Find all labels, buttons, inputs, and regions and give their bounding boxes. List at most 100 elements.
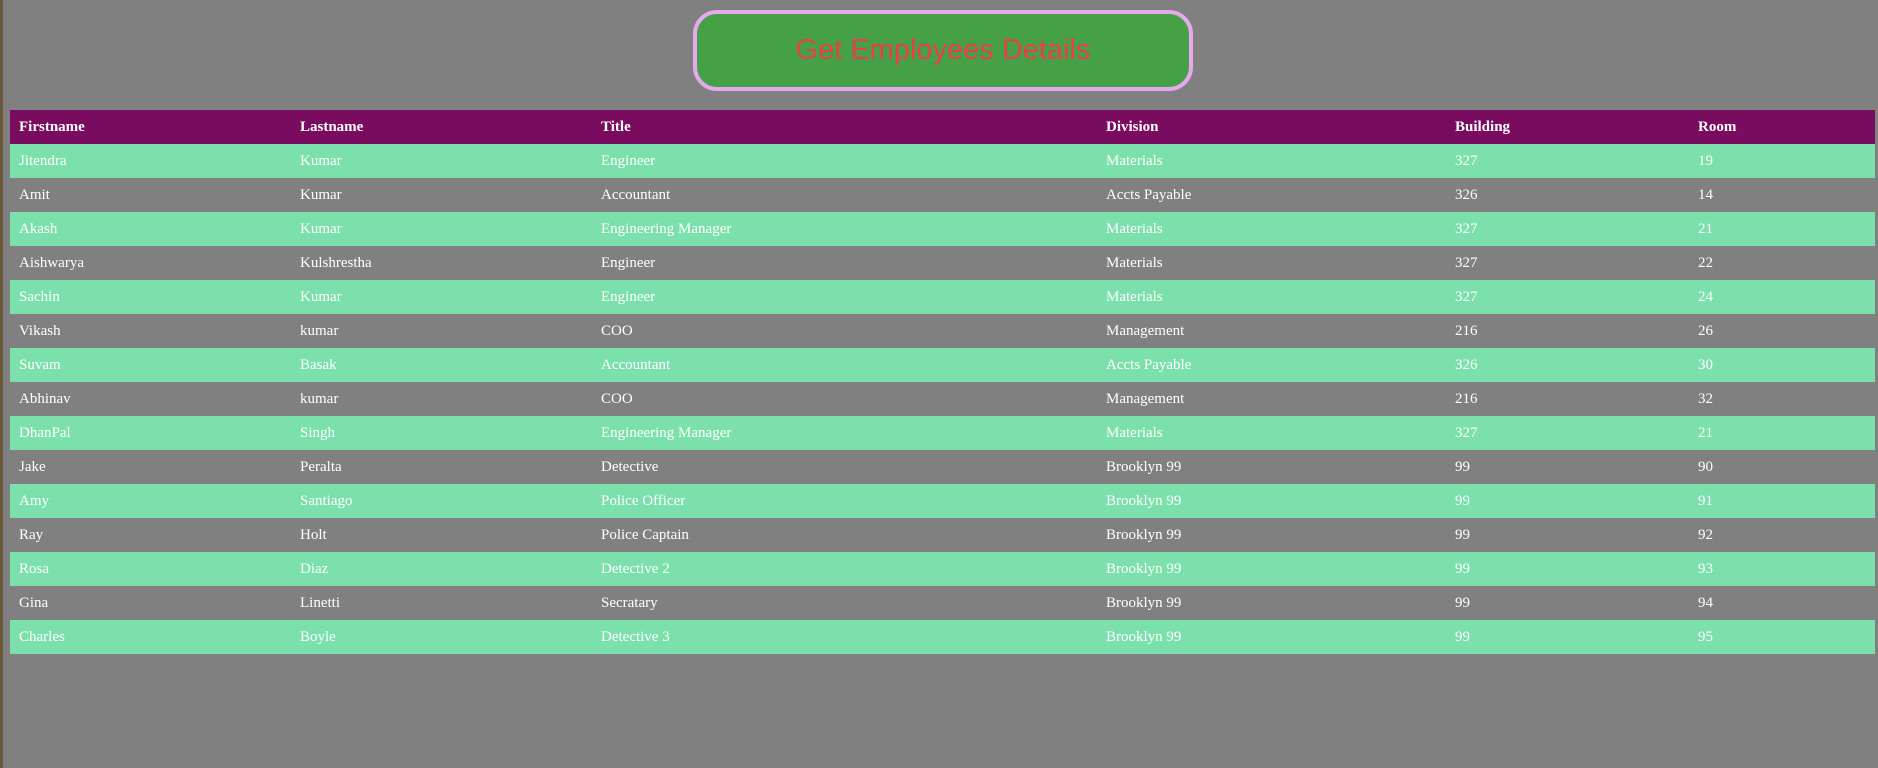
cell-lastname: Peralta xyxy=(300,458,342,475)
table-body: Jitendra Kumar Engineer Materials 327 19 Amit K… xyxy=(10,144,1875,654)
table-row: Rosa Diaz Detective 2 Brooklyn 99 99 93 xyxy=(10,552,1875,586)
cell-room: 21 xyxy=(1698,220,1713,237)
table-row: Amy Santiago Police Officer Brooklyn 99 99 91 xyxy=(10,484,1875,518)
cell-room: 21 xyxy=(1698,424,1713,441)
table-row: Sachin Kumar Engineer Materials 327 24 xyxy=(10,280,1875,314)
column-header-title: Title xyxy=(601,118,631,135)
cell-title: Engineer xyxy=(601,152,656,169)
cell-division: Materials xyxy=(1106,220,1163,237)
window-left-border xyxy=(0,0,3,768)
cell-firstname: Vikash xyxy=(19,322,61,339)
table-row: Ray Holt Police Captain Brooklyn 99 99 92 xyxy=(10,518,1875,552)
cell-room: 19 xyxy=(1698,152,1713,169)
employees-table-container: Firstname Lastname Title Division Buildi… xyxy=(10,110,1875,654)
cell-room: 30 xyxy=(1698,356,1713,373)
cell-firstname: DhanPal xyxy=(19,424,71,441)
cell-division: Management xyxy=(1106,390,1185,407)
cell-division: Materials xyxy=(1106,254,1163,271)
table-row: Charles Boyle Detective 3 Brooklyn 99 99 95 xyxy=(10,620,1875,654)
table-row: Vikash kumar COO Management 216 26 xyxy=(10,314,1875,348)
cell-room: 24 xyxy=(1698,288,1713,305)
cell-lastname: Kumar xyxy=(300,186,342,203)
column-header-room: Room xyxy=(1698,118,1737,135)
cell-room: 92 xyxy=(1698,526,1713,543)
cell-building: 99 xyxy=(1455,560,1470,577)
column-header-division: Division xyxy=(1106,118,1159,135)
cell-room: 93 xyxy=(1698,560,1713,577)
cell-title: Engineer xyxy=(601,288,656,305)
employees-table: Firstname Lastname Title Division Buildi… xyxy=(10,110,1875,654)
cell-lastname: Kumar xyxy=(300,152,342,169)
cell-lastname: Holt xyxy=(300,526,327,543)
cell-division: Management xyxy=(1106,322,1185,339)
table-row: Suvam Basak Accountant Accts Payable 326 30 xyxy=(10,348,1875,382)
cell-title: COO xyxy=(601,390,633,407)
cell-title: Engineering Manager xyxy=(601,424,732,441)
table-row: Akash Kumar Engineering Manager Materials 32… xyxy=(10,212,1875,246)
cell-building: 216 xyxy=(1455,322,1478,339)
table-row: Amit Kumar Accountant Accts Payable 326 14 xyxy=(10,178,1875,212)
cell-firstname: Sachin xyxy=(19,288,60,305)
cell-building: 326 xyxy=(1455,186,1478,203)
cell-firstname: Akash xyxy=(19,220,58,237)
table-row: Abhinav kumar COO Management 216 32 xyxy=(10,382,1875,416)
cell-room: 26 xyxy=(1698,322,1713,339)
cell-division: Brooklyn 99 xyxy=(1106,560,1182,577)
cell-title: Engineer xyxy=(601,254,656,271)
cell-room: 95 xyxy=(1698,628,1713,645)
cell-building: 327 xyxy=(1455,152,1478,169)
cell-building: 327 xyxy=(1455,424,1478,441)
cell-title: Accountant xyxy=(601,186,671,203)
table-header: Firstname Lastname Title Division Buildi… xyxy=(10,110,1875,144)
cell-building: 99 xyxy=(1455,594,1470,611)
cell-lastname: Diaz xyxy=(300,560,329,577)
cell-firstname: Abhinav xyxy=(19,390,71,407)
cell-division: Materials xyxy=(1106,424,1163,441)
cell-building: 99 xyxy=(1455,526,1470,543)
cell-firstname: Ray xyxy=(19,526,44,543)
table-row: Gina Linetti Secratary Brooklyn 99 99 94 xyxy=(10,586,1875,620)
cell-title: Police Officer xyxy=(601,492,686,509)
cell-division: Materials xyxy=(1106,288,1163,305)
cell-room: 94 xyxy=(1698,594,1713,611)
cell-title: Detective xyxy=(601,458,659,475)
cell-division: Accts Payable xyxy=(1106,186,1192,203)
cell-firstname: Charles xyxy=(19,628,65,645)
cell-firstname: Amy xyxy=(19,492,49,509)
cell-lastname: Basak xyxy=(300,356,337,373)
cell-lastname: Kumar xyxy=(300,220,342,237)
cell-firstname: Jitendra xyxy=(19,152,67,169)
cell-lastname: kumar xyxy=(300,390,339,407)
cell-lastname: Santiago xyxy=(300,492,353,509)
cell-division: Materials xyxy=(1106,152,1163,169)
cell-division: Brooklyn 99 xyxy=(1106,526,1182,543)
cell-title: Detective 3 xyxy=(601,628,670,645)
cell-room: 91 xyxy=(1698,492,1713,509)
cell-building: 99 xyxy=(1455,628,1470,645)
get-employees-details-button[interactable]: Get Employees Details xyxy=(693,10,1193,91)
button-container: Get Employees Details xyxy=(693,10,1193,91)
cell-building: 327 xyxy=(1455,220,1478,237)
cell-title: Secratary xyxy=(601,594,658,611)
cell-firstname: Jake xyxy=(19,458,46,475)
cell-firstname: Amit xyxy=(19,186,50,203)
cell-division: Brooklyn 99 xyxy=(1106,492,1182,509)
cell-firstname: Rosa xyxy=(19,560,49,577)
cell-lastname: Linetti xyxy=(300,594,340,611)
cell-building: 327 xyxy=(1455,288,1478,305)
cell-title: Accountant xyxy=(601,356,671,373)
cell-firstname: Gina xyxy=(19,594,49,611)
cell-lastname: Singh xyxy=(300,424,336,441)
table-row: Jitendra Kumar Engineer Materials 327 19 xyxy=(10,144,1875,178)
column-header-lastname: Lastname xyxy=(300,118,364,135)
table-row: Aishwarya Kulshrestha Engineer Materials 327… xyxy=(10,246,1875,280)
table-row: DhanPal Singh Engineering Manager Materials… xyxy=(10,416,1875,450)
cell-firstname: Aishwarya xyxy=(19,254,84,271)
cell-building: 216 xyxy=(1455,390,1478,407)
cell-building: 327 xyxy=(1455,254,1478,271)
cell-division: Accts Payable xyxy=(1106,356,1192,373)
table-row: Jake Peralta Detective Brooklyn 99 99 90 xyxy=(10,450,1875,484)
column-header-firstname: Firstname xyxy=(19,118,85,135)
cell-building: 99 xyxy=(1455,492,1470,509)
cell-title: Engineering Manager xyxy=(601,220,732,237)
